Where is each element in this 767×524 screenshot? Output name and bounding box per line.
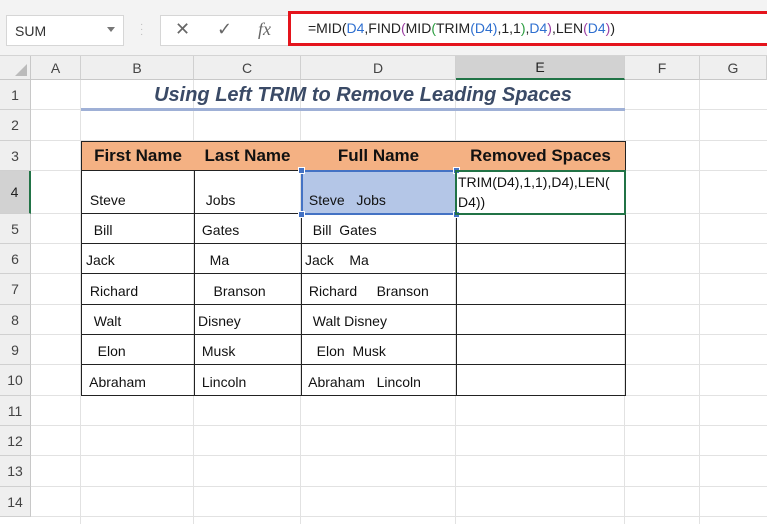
chevron-down-icon[interactable]	[107, 27, 115, 32]
table-cell-removed[interactable]	[456, 244, 626, 274]
table-cell-last[interactable]: Gates	[194, 214, 302, 244]
table-cell-first[interactable]: Walt	[81, 305, 195, 335]
drag-handle-icon[interactable]: · · ·	[140, 20, 144, 40]
gridline	[31, 486, 767, 487]
table-header-cell[interactable]: Last Name	[194, 141, 302, 171]
table-cell-full[interactable]: Abraham Lincoln	[301, 365, 457, 396]
table-cell-full[interactable]: Richard Branson	[301, 274, 457, 305]
cell-d4-selection	[301, 170, 457, 215]
formula-token: )	[610, 20, 615, 36]
formula-token: ,FIND	[364, 20, 401, 36]
sheet-title: Using Left TRIM to Remove Leading Spaces	[154, 84, 572, 106]
formula-input[interactable]: =MID(D4,FIND(MID(TRIM(D4),1,1),D4),LEN(D…	[288, 11, 767, 46]
table-cell-last[interactable]: Branson	[194, 274, 302, 305]
table-cell-removed[interactable]	[456, 274, 626, 305]
table-cell-last[interactable]: Musk	[194, 335, 302, 365]
formula-buttons: ✕ ✓ fx	[160, 15, 290, 46]
column-header-b[interactable]: B	[81, 56, 194, 80]
gridline	[699, 80, 700, 524]
row-header-10[interactable]: 10	[0, 365, 31, 396]
title-underline	[81, 108, 625, 111]
gridline	[31, 516, 767, 517]
row-header-8[interactable]: 8	[0, 305, 31, 335]
row-header-7[interactable]: 7	[0, 274, 31, 305]
name-box-value: SUM	[15, 22, 47, 39]
table-cell-last[interactable]: Ma	[194, 244, 302, 274]
formula-token: D4	[587, 20, 606, 36]
cancel-icon[interactable]: ✕	[175, 19, 190, 40]
row-header-4[interactable]: 4	[0, 171, 31, 214]
column-header-a[interactable]: A	[31, 56, 81, 80]
formula-token: D4	[346, 20, 365, 36]
column-header-e[interactable]: E	[456, 56, 625, 80]
formula-token: D4	[474, 20, 493, 36]
formula-token: ,LEN	[551, 20, 584, 36]
table-cell-last[interactable]: Disney	[194, 305, 302, 335]
row-header-14[interactable]: 14	[0, 487, 31, 517]
table-cell-last[interactable]: Jobs	[194, 171, 302, 214]
formula-token: TRIM	[435, 20, 471, 36]
row-header-11[interactable]: 11	[0, 396, 31, 426]
formula-bar-area: SUM · · · ✕ ✓ fx =MID(D4,FIND(MID(TRIM(D4)…	[0, 0, 767, 56]
insert-function-icon[interactable]: fx	[258, 19, 271, 40]
table-cell-removed[interactable]	[456, 214, 626, 244]
select-all-button[interactable]	[0, 56, 31, 80]
cell-e4-edit-text[interactable]: TRIM(D4),1,1),D4),LEN( D4))	[458, 172, 624, 212]
table-cell-first[interactable]: Abraham	[81, 365, 195, 396]
table-cell-first[interactable]: Jack	[81, 244, 195, 274]
row-header-9[interactable]: 9	[0, 335, 31, 365]
formula-token: D4	[529, 20, 548, 36]
table-cell-first[interactable]: Richard	[81, 274, 195, 305]
name-box[interactable]: SUM	[6, 15, 124, 46]
table-cell-full[interactable]: Bill Gates	[301, 214, 457, 244]
formula-token: MID	[405, 20, 432, 36]
column-header-d[interactable]: D	[301, 56, 456, 80]
table-cell-last[interactable]: Lincoln	[194, 365, 302, 396]
row-header-12[interactable]: 12	[0, 426, 31, 456]
row-header-2[interactable]: 2	[0, 110, 31, 141]
formula-token: =MID(	[308, 20, 347, 36]
table-cell-full[interactable]: Elon Musk	[301, 335, 457, 365]
table-cell-removed[interactable]	[456, 335, 626, 365]
column-header-f[interactable]: F	[625, 56, 700, 80]
table-cell-first[interactable]: Bill	[81, 214, 195, 244]
formula-token: ,1,1	[497, 20, 521, 36]
table-cell-removed[interactable]	[456, 365, 626, 396]
selection-handle[interactable]	[298, 167, 305, 174]
table-header-cell[interactable]: Removed Spaces	[456, 141, 626, 171]
table-cell-removed[interactable]	[456, 305, 626, 335]
row-header-3[interactable]: 3	[0, 141, 31, 171]
row-header-6[interactable]: 6	[0, 244, 31, 274]
table-header-cell[interactable]: Full Name	[301, 141, 457, 171]
table-cell-full[interactable]: Walt Disney	[301, 305, 457, 335]
column-header-g[interactable]: G	[700, 56, 767, 80]
row-header-1[interactable]: 1	[0, 80, 31, 110]
selection-handle[interactable]	[298, 211, 305, 218]
table-header-cell[interactable]: First Name	[81, 141, 195, 171]
enter-icon[interactable]: ✓	[217, 19, 232, 40]
row-header-13[interactable]: 13	[0, 456, 31, 487]
row-header-5[interactable]: 5	[0, 214, 31, 244]
table-cell-first[interactable]: Elon	[81, 335, 195, 365]
table-cell-full[interactable]: Jack Ma	[301, 244, 457, 274]
gridline	[31, 425, 767, 426]
gridline	[31, 455, 767, 456]
table-cell-first[interactable]: Steve	[81, 171, 195, 214]
column-header-c[interactable]: C	[194, 56, 301, 80]
